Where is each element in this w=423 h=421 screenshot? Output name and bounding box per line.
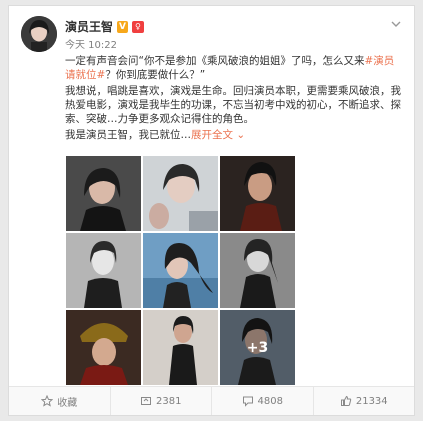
- favorite-button[interactable]: 收藏: [9, 387, 111, 415]
- author-name[interactable]: 演员王智: [65, 18, 113, 35]
- text-segment: ？你到底要做什么？”: [105, 69, 206, 81]
- post-content: 一定有声音会问“你不是参加《乘风破浪的姐姐》了吗，怎么又来#演员请就位#？你到底…: [65, 54, 403, 144]
- repost-icon: [140, 395, 152, 407]
- post-paragraph-2: 我想说，唱跳是喜欢，演戏是生命。回归演员本职，更需要乘风破浪，我热爱电影，演戏是…: [65, 85, 401, 125]
- photo-thumbnail[interactable]: [143, 156, 218, 231]
- chevron-down-icon[interactable]: [390, 18, 402, 30]
- image-grid: +3: [66, 156, 295, 385]
- repost-button[interactable]: 2381: [111, 387, 212, 415]
- author-row: 演员王智 V ♀: [65, 18, 144, 35]
- favorite-label: 收藏: [57, 397, 78, 409]
- more-images-count[interactable]: +3: [220, 310, 295, 385]
- photo-thumbnail[interactable]: [66, 156, 141, 231]
- comment-button[interactable]: 4808: [212, 387, 314, 415]
- photo-thumbnail[interactable]: +3: [220, 310, 295, 385]
- action-bar: 收藏 2381 4808 21334: [9, 386, 414, 415]
- text-segment: 我是演员王智，我已就位…: [65, 129, 191, 141]
- photo-thumbnail[interactable]: [66, 233, 141, 308]
- thumbs-up-icon: [340, 395, 352, 407]
- text-segment: 一定有声音会问“你不是参加《乘风破浪的姐姐》了吗，怎么又来: [65, 55, 365, 67]
- repost-count: 2381: [156, 395, 182, 407]
- post-time[interactable]: 今天 10:22: [65, 36, 117, 51]
- like-button[interactable]: 21334: [314, 387, 415, 415]
- weibo-post-card: 演员王智 V ♀ 今天 10:22 一定有声音会问“你不是参加《乘风破浪的姐姐》…: [8, 5, 415, 416]
- photo-thumbnail[interactable]: [143, 310, 218, 385]
- star-icon: [41, 395, 54, 407]
- vip-badge: V: [117, 20, 128, 33]
- expand-chevron-icon[interactable]: ⌄: [236, 129, 245, 141]
- post-paragraph-1: 一定有声音会问“你不是参加《乘风破浪的姐姐》了吗，怎么又来#演员请就位#？你到底…: [65, 54, 403, 82]
- comment-count: 4808: [257, 395, 283, 407]
- post-paragraph-3: 我是演员王智，我已就位…展开全文 ⌄: [65, 128, 403, 142]
- level-badge: ♀: [131, 20, 144, 33]
- photo-thumbnail[interactable]: [220, 233, 295, 308]
- like-count: 21334: [355, 395, 388, 407]
- comment-icon: [242, 395, 254, 407]
- photo-thumbnail[interactable]: [220, 156, 295, 231]
- photo-thumbnail[interactable]: [143, 233, 218, 308]
- expand-full-text-link[interactable]: 展开全文: [191, 129, 233, 141]
- photo-thumbnail[interactable]: [66, 310, 141, 385]
- avatar[interactable]: [21, 16, 57, 52]
